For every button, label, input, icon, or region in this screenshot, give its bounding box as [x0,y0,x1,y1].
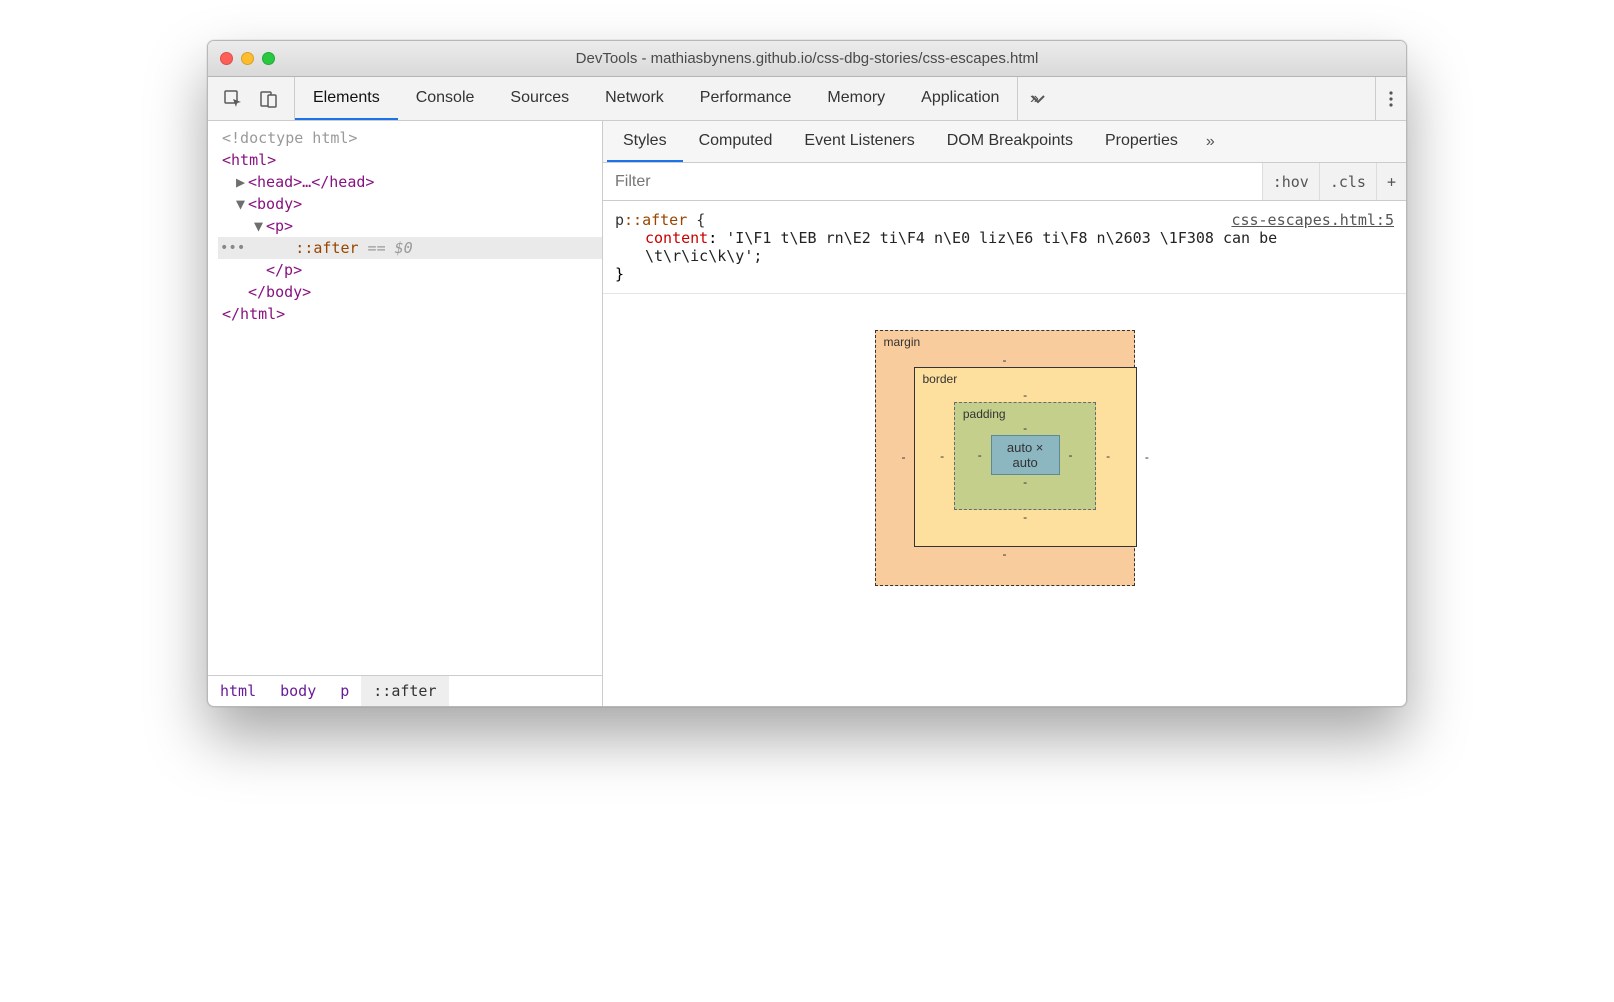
minimize-window-button[interactable] [241,52,254,65]
dom-panel: <!doctype html> <html> ▶<head>…</head> ▼… [208,121,603,706]
bm-border-bottom: - [939,510,1112,524]
bm-padding-top: - [977,421,1074,435]
styles-subtabs: Styles Computed Event Listeners DOM Brea… [603,121,1406,163]
tab-sources[interactable]: Sources [492,77,587,120]
rule-source-link[interactable]: css-escapes.html:5 [1231,211,1394,229]
box-model-padding[interactable]: padding - - auto × auto - - [954,402,1097,510]
dom-html-open[interactable]: <html> [218,149,602,171]
inspect-element-icon[interactable] [222,88,244,110]
dom-head[interactable]: ▶<head>…</head> [218,171,602,193]
box-model-margin[interactable]: margin - - border - - padding [875,330,1135,586]
kebab-menu-icon[interactable] [1375,77,1406,120]
styles-filter-input[interactable] [603,163,1262,200]
bm-padding-bottom: - [977,475,1074,489]
bm-margin-label: margin [884,335,921,349]
new-style-rule-button[interactable]: + [1376,163,1406,200]
dom-body-close[interactable]: </body> [218,281,602,303]
panel-tabs: Elements Console Sources Network Perform… [295,77,1375,120]
subtab-computed[interactable]: Computed [683,121,789,162]
zoom-window-button[interactable] [262,52,275,65]
subtabs-overflow-icon[interactable]: » [1194,121,1227,162]
styles-filter-bar: :hov .cls + [603,163,1406,201]
svg-text:»: » [1030,90,1039,107]
box-model-content[interactable]: auto × auto [991,435,1060,475]
crumb-body[interactable]: body [268,676,328,706]
bm-margin-bottom: - [902,547,1108,561]
bm-padding-right: - [1068,448,1074,462]
main-split: <!doctype html> <html> ▶<head>…</head> ▼… [208,121,1406,706]
bm-border-label: border [923,372,958,386]
breadcrumb: html body p ::after [208,675,602,706]
bm-border-right: - [1104,449,1111,463]
subtab-properties[interactable]: Properties [1089,121,1194,162]
bm-border-top: - [939,388,1112,402]
tab-console[interactable]: Console [398,77,493,120]
hov-toggle[interactable]: :hov [1262,163,1319,200]
bm-margin-top: - [902,353,1108,367]
close-window-button[interactable] [220,52,233,65]
tabs-overflow-icon[interactable]: » [1017,77,1058,120]
subtab-styles[interactable]: Styles [607,121,683,162]
dom-tree[interactable]: <!doctype html> <html> ▶<head>…</head> ▼… [208,121,602,675]
rule-close-brace: } [615,265,1394,283]
crumb-p[interactable]: p [328,676,361,706]
bm-padding-left: - [977,448,983,462]
main-toolbar: Elements Console Sources Network Perform… [208,77,1406,121]
dom-selected-after[interactable]: ••• ::after == $0 [218,237,602,259]
dom-after-pseudo: ::after [295,239,358,257]
crumb-after[interactable]: ::after [361,676,448,706]
toolbar-left-tools [208,77,295,120]
dom-doctype[interactable]: <!doctype html> [218,127,602,149]
dom-html-close[interactable]: </html> [218,303,602,325]
bm-margin-left: - [902,450,906,464]
box-model[interactable]: margin - - border - - padding [875,330,1135,586]
ellipsis-icon[interactable]: ••• [218,240,249,256]
subtab-dom-breakpoints[interactable]: DOM Breakpoints [931,121,1089,162]
box-model-wrap: margin - - border - - padding [603,294,1406,706]
devtools-window: DevTools - mathiasbynens.github.io/css-d… [207,40,1407,707]
subtab-event-listeners[interactable]: Event Listeners [788,121,930,162]
tab-memory[interactable]: Memory [809,77,903,120]
tab-network[interactable]: Network [587,77,682,120]
dom-body-open[interactable]: ▼<body> [218,193,602,215]
tab-elements[interactable]: Elements [295,77,398,120]
bm-padding-label: padding [963,407,1006,421]
dom-p-close[interactable]: </p> [218,259,602,281]
crumb-html[interactable]: html [208,676,268,706]
window-title: DevTools - mathiasbynens.github.io/css-d… [208,50,1406,67]
bm-border-left: - [939,449,946,463]
dom-eq0: == $0 [368,239,413,257]
box-model-border[interactable]: border - - padding - - au [914,367,1137,547]
dom-p-open[interactable]: ▼<p> [218,215,602,237]
css-rule[interactable]: css-escapes.html:5 p::after { content: '… [603,201,1406,294]
rule-declaration[interactable]: content: 'I\F1 t\EB rn\E2 ti\F4 n\E0 liz… [615,229,1394,265]
tab-performance[interactable]: Performance [682,77,810,120]
traffic-lights [220,52,275,65]
cls-toggle[interactable]: .cls [1319,163,1376,200]
device-toolbar-icon[interactable] [258,88,280,110]
titlebar: DevTools - mathiasbynens.github.io/css-d… [208,41,1406,77]
tab-application[interactable]: Application [903,77,1017,120]
bm-margin-right: - [1145,450,1149,464]
styles-panel: Styles Computed Event Listeners DOM Brea… [603,121,1406,706]
